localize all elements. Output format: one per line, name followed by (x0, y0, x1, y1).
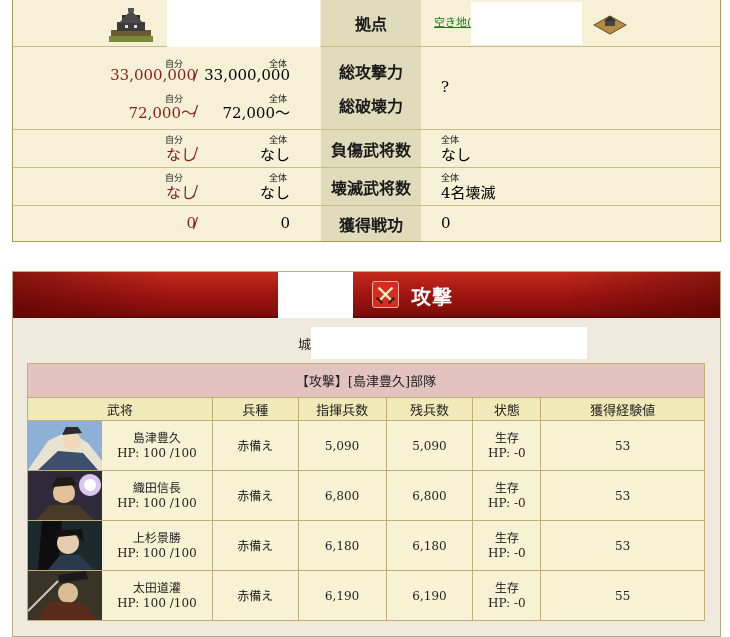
slash: / (193, 182, 199, 200)
base-row: 拠点 空き地( (13, 0, 720, 47)
general-hp: HP: 100 /100 (117, 545, 197, 560)
hp-change: HP: -0 (488, 495, 526, 510)
table-row: 島津豊久 HP: 100 /100 赤備え 5,090 5,090 生存 HP: … (27, 420, 705, 471)
table-header-row: 武将 兵種 指揮兵数 残兵数 状態 獲得経験値 (27, 397, 705, 421)
header-remaining: 残兵数 (385, 397, 474, 421)
redacted-area (167, 0, 320, 47)
power-row: 総攻撃力 総破壊力 自分 全体 33,000,000 / 33,000,000 … (13, 47, 720, 130)
header-general: 武将 (27, 397, 213, 421)
destroy-self-value: 72,000～ (128, 104, 197, 122)
redacted-area (311, 327, 587, 359)
general-name: 太田道灌 (132, 580, 181, 595)
exp-gained: 55 (540, 570, 705, 621)
wounded-self-value: なし (165, 146, 196, 164)
hp-change: HP: -0 (488, 595, 526, 610)
attack-self-value: 33,000,000 (110, 66, 196, 84)
merit-label: 獲得戦功 (321, 206, 421, 241)
troop-type: 赤備え (211, 470, 299, 521)
total-destroy-label: 総破壊力 (338, 97, 403, 116)
battle-summary-panel: 拠点 空き地( 総攻撃力 総破壊力 自分 全体 33,000,000 / 33,… (12, 0, 721, 242)
annihilated-defender-value: 4名壊滅 (441, 184, 496, 202)
annihilated-all-value: なし (259, 184, 290, 202)
merit-defender-value: 0 (441, 214, 451, 232)
general-name: 上杉景勝 (132, 530, 181, 545)
troop-type: 赤備え (211, 570, 299, 621)
table-row: 太田道灌 HP: 100 /100 赤備え 6,190 6,190 生存 HP: … (27, 570, 705, 621)
land-tile-icon (593, 15, 627, 35)
slash: / (193, 144, 199, 162)
wounded-all-value: なし (259, 146, 290, 164)
remaining-count: 6,190 (385, 570, 474, 621)
general-hp: HP: 100 /100 (117, 595, 197, 610)
slash: / (193, 66, 199, 84)
slash: / (193, 214, 199, 232)
annihilated-row: 壊滅武将数 自分 全体 全体 なし / なし 4名壊滅 (13, 168, 720, 206)
banner-shade (560, 272, 720, 316)
annihilated-label: 壊滅武将数 (321, 168, 421, 205)
hp-change: HP: -0 (488, 445, 526, 460)
general-hp: HP: 100 /100 (117, 495, 197, 510)
unit-table: 【攻撃】[島津豊久]部隊 武将 兵種 指揮兵数 残兵数 状態 獲得経験値 島津豊… (27, 363, 705, 621)
banner-shade (13, 272, 173, 316)
general-hp: HP: 100 /100 (117, 445, 197, 460)
redacted-area (278, 272, 353, 318)
castle-icon (109, 8, 153, 42)
general-name: 織田信長 (132, 480, 181, 495)
unit-caption: 【攻撃】[島津豊久]部隊 (27, 363, 705, 398)
power-labels: 総攻撃力 総破壊力 (321, 47, 421, 129)
command-count: 6,190 (297, 570, 387, 621)
destroy-all-value: 72,000～ (222, 104, 291, 122)
exp-gained: 53 (540, 520, 705, 571)
exp-gained: 53 (540, 470, 705, 521)
header-status: 状態 (472, 397, 542, 421)
total-attack-label: 総攻撃力 (338, 63, 403, 82)
slash: / (193, 102, 199, 120)
attack-all-value: 33,000,000 (204, 66, 290, 84)
redacted-area (471, 2, 582, 45)
merit-row: 獲得戦功 0 / 0 0 (13, 206, 720, 241)
general-portrait[interactable] (28, 571, 102, 620)
merit-all-value: 0 (280, 214, 290, 232)
troop-type: 赤備え (211, 520, 299, 571)
status: 生存 (494, 430, 519, 445)
attack-banner: 攻撃 (13, 272, 720, 318)
status: 生存 (494, 480, 519, 495)
header-troop-type: 兵種 (211, 397, 299, 421)
defender-power-value: ? (441, 78, 450, 96)
vacant-land-link[interactable]: 空き地( (434, 14, 471, 30)
header-exp: 獲得経験値 (540, 397, 705, 421)
command-count: 5,090 (297, 420, 387, 471)
command-count: 6,800 (297, 470, 387, 521)
base-label: 拠点 (321, 0, 421, 46)
troop-type: 赤備え (211, 420, 299, 471)
status: 生存 (494, 580, 519, 595)
general-portrait[interactable] (28, 471, 102, 520)
table-row: 上杉景勝 HP: 100 /100 赤備え 6,180 6,180 生存 HP: … (27, 520, 705, 571)
remaining-count: 6,180 (385, 520, 474, 571)
attack-title: 攻撃 (411, 285, 453, 309)
general-portrait[interactable] (28, 521, 102, 570)
wounded-label: 負傷武将数 (321, 130, 421, 167)
wounded-defender-value: なし (441, 146, 472, 164)
command-count: 6,180 (297, 520, 387, 571)
hp-change: HP: -0 (488, 545, 526, 560)
table-row: 織田信長 HP: 100 /100 赤備え 6,800 6,800 生存 HP: … (27, 470, 705, 521)
crossed-swords-icon (372, 281, 399, 308)
remaining-count: 5,090 (385, 420, 474, 471)
wounded-row: 負傷武将数 自分 全体 全体 なし / なし なし (13, 130, 720, 168)
status: 生存 (494, 530, 519, 545)
exp-gained: 53 (540, 420, 705, 471)
general-name: 島津豊久 (132, 430, 181, 445)
annihilated-self-value: なし (165, 184, 196, 202)
general-portrait[interactable] (28, 421, 102, 470)
remaining-count: 6,800 (385, 470, 474, 521)
header-command: 指揮兵数 (297, 397, 387, 421)
